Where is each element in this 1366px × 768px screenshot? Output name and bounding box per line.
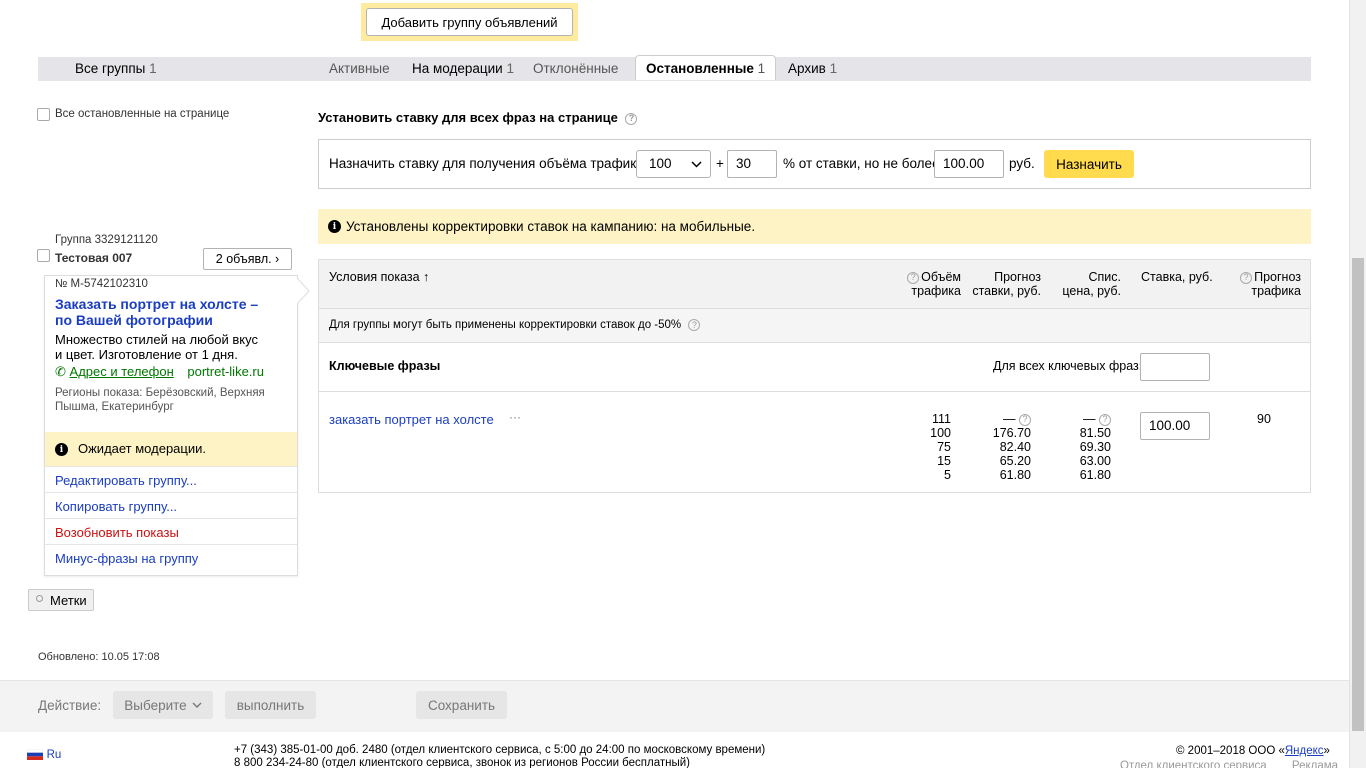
action-select[interactable]: Выберите [113, 691, 213, 719]
contact-link[interactable]: Адрес и телефон [70, 364, 174, 379]
plus-sign: + [716, 156, 724, 171]
help-icon[interactable]: ? [1240, 271, 1253, 284]
ad-contacts: ✆ Адрес и телефон portret-like.ru [55, 364, 264, 380]
support-phones: +7 (343) 385-01-00 доб. 2480 (отдел клие… [234, 744, 766, 768]
tab-stopped[interactable]: Остановленные 1 [635, 55, 777, 80]
select-all-label: Все остановленные на странице [55, 108, 230, 120]
spis-values: — ? 81.50 69.30 63.00 61.80 [1079, 412, 1111, 482]
ad-card: № М-5742102310 Заказать портрет на холст… [44, 275, 298, 576]
add-group-wrapper: Добавить группу объявлений [361, 3, 578, 41]
traffic-volume-select[interactable]: 100 [636, 150, 711, 178]
service-link[interactable]: Отдел клиентского сервиса [1120, 760, 1267, 768]
all-keywords-label: Для всех ключевых фраз: [993, 359, 1143, 373]
card-arrow-icon [297, 278, 310, 304]
action-label: Действие: [38, 698, 102, 713]
help-icon[interactable]: ? [1099, 413, 1111, 426]
volume-values: 111 100 75 15 5 [930, 412, 951, 482]
table-header: Условия показа ↑ ? Объём трафика Прогноз ст… [319, 260, 1310, 309]
chevron-down-icon [192, 702, 202, 708]
percent-label: % от ставки, но не более [783, 156, 940, 171]
action-bar: Действие: Выберите выполнить Сохранить [0, 680, 1349, 732]
help-icon[interactable]: ? [1019, 413, 1031, 426]
all-keywords-bid-input[interactable] [1140, 353, 1210, 381]
yandex-link[interactable]: Яндекс [1285, 745, 1324, 757]
col-spis: Спис. цена, руб. [1062, 270, 1121, 298]
language-switcher[interactable]: Ru [26, 746, 61, 761]
assign-button[interactable]: Назначить [1044, 150, 1134, 178]
footer-links: Отдел клиентского сервиса Реклама [1120, 760, 1338, 768]
group-name: Тестовая 007 [55, 251, 133, 265]
group-id: Группа 3329121120 [55, 234, 158, 246]
bid-title: Установить ставку для всех фраз на стран… [318, 110, 638, 125]
russia-flag-icon [26, 748, 44, 761]
tab-active[interactable]: Активные [329, 61, 390, 76]
add-group-button[interactable]: Добавить группу объявлений [366, 8, 573, 36]
col-traffic-forecast: ? Прогноз трафика [1236, 270, 1301, 298]
updated-timestamp: Обновлено: 10.05 17:08 [38, 651, 160, 663]
phone-icon: ✆ [55, 364, 66, 379]
bid-assign-label: Назначить ставку для получения объёма тр… [329, 156, 644, 171]
group-checkbox[interactable] [37, 249, 50, 262]
minus-phrases-link[interactable]: Минус-фразы на группу [45, 544, 297, 570]
bid-adjustment-notice: i Установлены корректировки ставок на ка… [318, 209, 1311, 244]
tags-button[interactable]: Метки [28, 589, 94, 611]
traffic-forecast-value: 90 [1257, 412, 1271, 426]
resume-shows-link[interactable]: Возобновить показы [45, 518, 297, 544]
select-all-checkbox[interactable] [37, 108, 50, 121]
phrase-bid-input[interactable]: 100.00 [1140, 412, 1210, 440]
adjustment-row: Для группы могут быть применены корректи… [319, 309, 1310, 343]
ad-title[interactable]: Заказать портрет на холсте – по Вашей фо… [55, 296, 258, 328]
info-icon: i [55, 443, 68, 456]
group-tabs: Все группы 1 Активные На модерации 1 Отк… [38, 55, 1311, 81]
col-forecast: Прогноз ставки, руб. [972, 270, 1041, 298]
execute-button[interactable]: выполнить [225, 691, 316, 719]
notice-text: Установлены корректировки ставок на камп… [346, 219, 756, 234]
ad-regions: Регионы показа: Берёзовский, Верхняя Пыш… [55, 387, 265, 413]
copyright: © 2001–2018 ООО «Яндекс» [1176, 745, 1330, 757]
forecast-values: — ? 176.70 82.40 65.20 61.80 [992, 412, 1031, 482]
bid-setter: Назначить ставку для получения объёма тр… [318, 139, 1311, 189]
ad-domain[interactable]: portret-like.ru [187, 364, 264, 379]
currency-label: руб. [1009, 156, 1035, 171]
chevron-down-icon [691, 161, 702, 168]
keywords-table: Условия показа ↑ ? Объём трафика Прогноз ст… [318, 259, 1311, 493]
scrollbar-thumb[interactable] [1352, 258, 1364, 731]
info-icon: i [328, 220, 341, 233]
keywords-label: Ключевые фразы [329, 359, 441, 373]
table-row: заказать портрет на холсте ··· 111 100 7… [319, 392, 1310, 492]
ads-link[interactable]: Реклама [1292, 760, 1338, 768]
tab-moderation[interactable]: На модерации 1 [412, 61, 514, 76]
tag-icon [36, 595, 43, 602]
edit-group-link[interactable]: Редактировать группу... [45, 466, 297, 492]
percent-input[interactable]: 30 [727, 150, 777, 178]
max-bid-input[interactable]: 100.00 [934, 150, 1004, 178]
vertical-scrollbar[interactable] [1349, 0, 1366, 768]
ad-text: Множество стилей на любой вкус и цвет. И… [55, 332, 258, 362]
moderation-status: i Ожидает модерации. [45, 432, 297, 466]
help-icon[interactable]: ? [907, 271, 920, 284]
adjustment-text: Для группы могут быть применены корректи… [329, 319, 701, 331]
tab-archive[interactable]: Архив 1 [788, 61, 837, 76]
keywords-group-row: Ключевые фразы Для всех ключевых фраз: [319, 343, 1310, 392]
phrase-link[interactable]: заказать портрет на холсте [329, 412, 494, 427]
col-conditions[interactable]: Условия показа ↑ [329, 270, 429, 284]
help-icon[interactable]: ? [625, 112, 638, 125]
more-icon[interactable]: ··· [509, 410, 521, 424]
tab-all[interactable]: Все группы 1 [75, 61, 157, 76]
ad-number: № М-5742102310 [55, 278, 148, 290]
save-button[interactable]: Сохранить [416, 691, 507, 719]
help-icon[interactable]: ? [688, 319, 701, 331]
col-volume: ? Объём трафика [904, 270, 961, 298]
ads-count-button[interactable]: 2 объявл. › [203, 248, 292, 270]
copy-group-link[interactable]: Копировать группу... [45, 492, 297, 518]
tab-rejected[interactable]: Отклонённые [533, 61, 618, 76]
col-bid: Ставка, руб. [1141, 270, 1213, 284]
